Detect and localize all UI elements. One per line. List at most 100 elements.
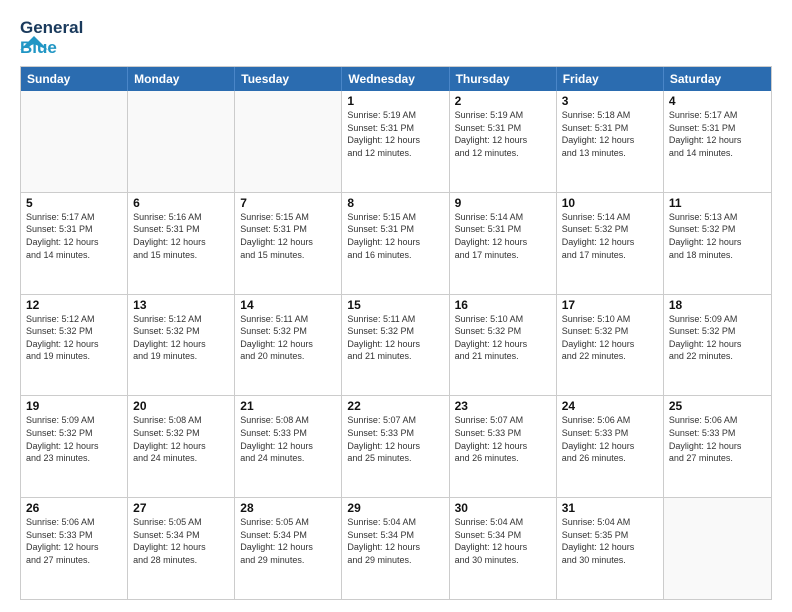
weekday-header-wednesday: Wednesday — [342, 67, 449, 91]
day-number: 2 — [455, 94, 551, 108]
page: General Blue SundayMondayTuesdayWednesda… — [0, 0, 792, 612]
day-number: 30 — [455, 501, 551, 515]
empty-cell-0-1 — [128, 91, 235, 192]
logo-general: General — [20, 18, 83, 38]
weekday-header-monday: Monday — [128, 67, 235, 91]
day-number: 23 — [455, 399, 551, 413]
day-info: Sunrise: 5:18 AM Sunset: 5:31 PM Dayligh… — [562, 109, 658, 159]
calendar-row-1: 5Sunrise: 5:17 AM Sunset: 5:31 PM Daylig… — [21, 192, 771, 294]
day-cell-8: 8Sunrise: 5:15 AM Sunset: 5:31 PM Daylig… — [342, 193, 449, 294]
day-info: Sunrise: 5:08 AM Sunset: 5:32 PM Dayligh… — [133, 414, 229, 464]
day-cell-7: 7Sunrise: 5:15 AM Sunset: 5:31 PM Daylig… — [235, 193, 342, 294]
day-number: 31 — [562, 501, 658, 515]
day-cell-11: 11Sunrise: 5:13 AM Sunset: 5:32 PM Dayli… — [664, 193, 771, 294]
day-cell-22: 22Sunrise: 5:07 AM Sunset: 5:33 PM Dayli… — [342, 396, 449, 497]
day-number: 4 — [669, 94, 766, 108]
day-number: 11 — [669, 196, 766, 210]
day-number: 12 — [26, 298, 122, 312]
day-cell-9: 9Sunrise: 5:14 AM Sunset: 5:31 PM Daylig… — [450, 193, 557, 294]
calendar-row-0: 1Sunrise: 5:19 AM Sunset: 5:31 PM Daylig… — [21, 91, 771, 192]
day-cell-6: 6Sunrise: 5:16 AM Sunset: 5:31 PM Daylig… — [128, 193, 235, 294]
day-cell-14: 14Sunrise: 5:11 AM Sunset: 5:32 PM Dayli… — [235, 295, 342, 396]
day-cell-16: 16Sunrise: 5:10 AM Sunset: 5:32 PM Dayli… — [450, 295, 557, 396]
day-cell-24: 24Sunrise: 5:06 AM Sunset: 5:33 PM Dayli… — [557, 396, 664, 497]
day-number: 5 — [26, 196, 122, 210]
calendar-row-3: 19Sunrise: 5:09 AM Sunset: 5:32 PM Dayli… — [21, 395, 771, 497]
day-number: 22 — [347, 399, 443, 413]
day-info: Sunrise: 5:06 AM Sunset: 5:33 PM Dayligh… — [26, 516, 122, 566]
day-number: 14 — [240, 298, 336, 312]
day-cell-3: 3Sunrise: 5:18 AM Sunset: 5:31 PM Daylig… — [557, 91, 664, 192]
day-info: Sunrise: 5:06 AM Sunset: 5:33 PM Dayligh… — [562, 414, 658, 464]
day-number: 28 — [240, 501, 336, 515]
day-number: 20 — [133, 399, 229, 413]
day-info: Sunrise: 5:04 AM Sunset: 5:34 PM Dayligh… — [455, 516, 551, 566]
day-cell-10: 10Sunrise: 5:14 AM Sunset: 5:32 PM Dayli… — [557, 193, 664, 294]
day-number: 27 — [133, 501, 229, 515]
day-cell-13: 13Sunrise: 5:12 AM Sunset: 5:32 PM Dayli… — [128, 295, 235, 396]
day-info: Sunrise: 5:14 AM Sunset: 5:31 PM Dayligh… — [455, 211, 551, 261]
day-cell-18: 18Sunrise: 5:09 AM Sunset: 5:32 PM Dayli… — [664, 295, 771, 396]
day-cell-31: 31Sunrise: 5:04 AM Sunset: 5:35 PM Dayli… — [557, 498, 664, 599]
day-number: 15 — [347, 298, 443, 312]
day-info: Sunrise: 5:17 AM Sunset: 5:31 PM Dayligh… — [669, 109, 766, 159]
weekday-header-sunday: Sunday — [21, 67, 128, 91]
day-number: 16 — [455, 298, 551, 312]
weekday-header-tuesday: Tuesday — [235, 67, 342, 91]
day-number: 29 — [347, 501, 443, 515]
day-info: Sunrise: 5:19 AM Sunset: 5:31 PM Dayligh… — [455, 109, 551, 159]
weekday-header-saturday: Saturday — [664, 67, 771, 91]
empty-cell-4-6 — [664, 498, 771, 599]
day-info: Sunrise: 5:07 AM Sunset: 5:33 PM Dayligh… — [347, 414, 443, 464]
day-cell-30: 30Sunrise: 5:04 AM Sunset: 5:34 PM Dayli… — [450, 498, 557, 599]
day-number: 19 — [26, 399, 122, 413]
day-number: 13 — [133, 298, 229, 312]
day-info: Sunrise: 5:13 AM Sunset: 5:32 PM Dayligh… — [669, 211, 766, 261]
day-cell-1: 1Sunrise: 5:19 AM Sunset: 5:31 PM Daylig… — [342, 91, 449, 192]
day-info: Sunrise: 5:12 AM Sunset: 5:32 PM Dayligh… — [26, 313, 122, 363]
day-info: Sunrise: 5:19 AM Sunset: 5:31 PM Dayligh… — [347, 109, 443, 159]
day-info: Sunrise: 5:07 AM Sunset: 5:33 PM Dayligh… — [455, 414, 551, 464]
day-cell-19: 19Sunrise: 5:09 AM Sunset: 5:32 PM Dayli… — [21, 396, 128, 497]
logo: General Blue — [20, 18, 64, 56]
calendar: SundayMondayTuesdayWednesdayThursdayFrid… — [20, 66, 772, 600]
day-number: 21 — [240, 399, 336, 413]
day-info: Sunrise: 5:10 AM Sunset: 5:32 PM Dayligh… — [562, 313, 658, 363]
empty-cell-0-0 — [21, 91, 128, 192]
day-info: Sunrise: 5:10 AM Sunset: 5:32 PM Dayligh… — [455, 313, 551, 363]
day-cell-23: 23Sunrise: 5:07 AM Sunset: 5:33 PM Dayli… — [450, 396, 557, 497]
calendar-header: SundayMondayTuesdayWednesdayThursdayFrid… — [21, 67, 771, 91]
day-info: Sunrise: 5:04 AM Sunset: 5:35 PM Dayligh… — [562, 516, 658, 566]
day-cell-29: 29Sunrise: 5:04 AM Sunset: 5:34 PM Dayli… — [342, 498, 449, 599]
day-number: 6 — [133, 196, 229, 210]
calendar-row-2: 12Sunrise: 5:12 AM Sunset: 5:32 PM Dayli… — [21, 294, 771, 396]
day-cell-17: 17Sunrise: 5:10 AM Sunset: 5:32 PM Dayli… — [557, 295, 664, 396]
day-number: 18 — [669, 298, 766, 312]
day-info: Sunrise: 5:04 AM Sunset: 5:34 PM Dayligh… — [347, 516, 443, 566]
day-info: Sunrise: 5:15 AM Sunset: 5:31 PM Dayligh… — [240, 211, 336, 261]
day-info: Sunrise: 5:06 AM Sunset: 5:33 PM Dayligh… — [669, 414, 766, 464]
day-info: Sunrise: 5:16 AM Sunset: 5:31 PM Dayligh… — [133, 211, 229, 261]
day-number: 17 — [562, 298, 658, 312]
day-number: 26 — [26, 501, 122, 515]
day-info: Sunrise: 5:17 AM Sunset: 5:31 PM Dayligh… — [26, 211, 122, 261]
day-number: 24 — [562, 399, 658, 413]
day-number: 3 — [562, 94, 658, 108]
day-info: Sunrise: 5:12 AM Sunset: 5:32 PM Dayligh… — [133, 313, 229, 363]
day-cell-5: 5Sunrise: 5:17 AM Sunset: 5:31 PM Daylig… — [21, 193, 128, 294]
day-info: Sunrise: 5:09 AM Sunset: 5:32 PM Dayligh… — [26, 414, 122, 464]
day-number: 10 — [562, 196, 658, 210]
day-cell-27: 27Sunrise: 5:05 AM Sunset: 5:34 PM Dayli… — [128, 498, 235, 599]
day-number: 7 — [240, 196, 336, 210]
day-cell-15: 15Sunrise: 5:11 AM Sunset: 5:32 PM Dayli… — [342, 295, 449, 396]
day-info: Sunrise: 5:05 AM Sunset: 5:34 PM Dayligh… — [133, 516, 229, 566]
day-cell-4: 4Sunrise: 5:17 AM Sunset: 5:31 PM Daylig… — [664, 91, 771, 192]
day-cell-2: 2Sunrise: 5:19 AM Sunset: 5:31 PM Daylig… — [450, 91, 557, 192]
day-number: 8 — [347, 196, 443, 210]
day-cell-21: 21Sunrise: 5:08 AM Sunset: 5:33 PM Dayli… — [235, 396, 342, 497]
day-info: Sunrise: 5:09 AM Sunset: 5:32 PM Dayligh… — [669, 313, 766, 363]
header: General Blue — [20, 18, 772, 56]
day-cell-20: 20Sunrise: 5:08 AM Sunset: 5:32 PM Dayli… — [128, 396, 235, 497]
day-number: 1 — [347, 94, 443, 108]
day-info: Sunrise: 5:14 AM Sunset: 5:32 PM Dayligh… — [562, 211, 658, 261]
